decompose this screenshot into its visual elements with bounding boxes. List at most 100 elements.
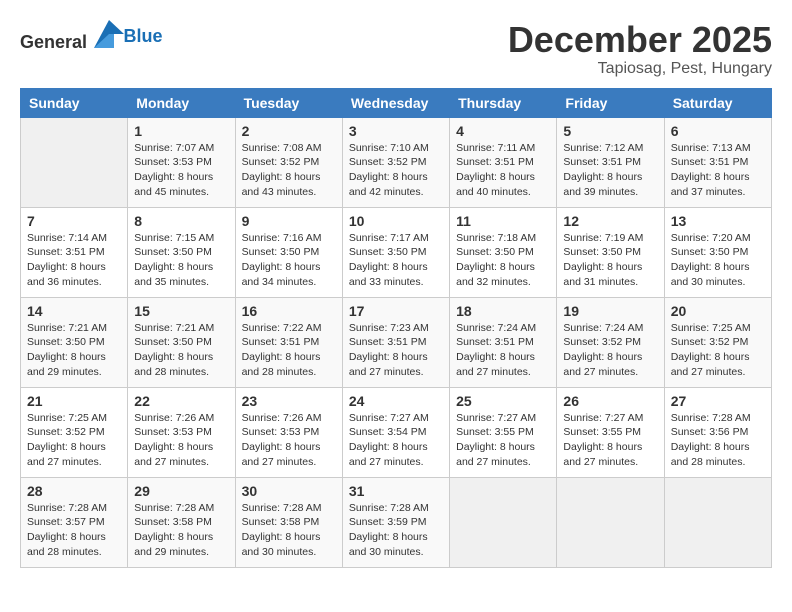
day-number: 3: [349, 123, 443, 139]
calendar-cell: 7 Sunrise: 7:14 AM Sunset: 3:51 PM Daylig…: [21, 207, 128, 297]
calendar-cell: 4 Sunrise: 7:11 AM Sunset: 3:51 PM Daylig…: [450, 117, 557, 207]
calendar-cell: 30 Sunrise: 7:28 AM Sunset: 3:58 PM Dayli…: [235, 477, 342, 567]
calendar-week-row: 21 Sunrise: 7:25 AM Sunset: 3:52 PM Dayli…: [21, 387, 772, 477]
calendar-cell: 26 Sunrise: 7:27 AM Sunset: 3:55 PM Dayli…: [557, 387, 664, 477]
day-number: 19: [563, 303, 657, 319]
calendar-cell: 22 Sunrise: 7:26 AM Sunset: 3:53 PM Dayli…: [128, 387, 235, 477]
calendar-cell: 19 Sunrise: 7:24 AM Sunset: 3:52 PM Dayli…: [557, 297, 664, 387]
calendar-cell: 27 Sunrise: 7:28 AM Sunset: 3:56 PM Dayli…: [664, 387, 771, 477]
calendar-cell: 18Sunrise: 7:24 AM Sunset: 3:51 PM Dayli…: [450, 297, 557, 387]
day-info: Sunrise: 7:22 AM Sunset: 3:51 PM Dayligh…: [242, 321, 336, 380]
day-number: 17: [349, 303, 443, 319]
calendar-cell: 17 Sunrise: 7:23 AM Sunset: 3:51 PM Dayli…: [342, 297, 449, 387]
day-number: 10: [349, 213, 443, 229]
day-info: Sunrise: 7:13 AM Sunset: 3:51 PM Dayligh…: [671, 141, 765, 200]
day-number: 24: [349, 393, 443, 409]
weekday-header: Saturday: [664, 88, 771, 117]
weekday-header: Thursday: [450, 88, 557, 117]
day-number: 31: [349, 483, 443, 499]
day-info: Sunrise: 7:21 AM Sunset: 3:50 PM Dayligh…: [27, 321, 121, 380]
day-number: 7: [27, 213, 121, 229]
day-number: 27: [671, 393, 765, 409]
day-number: 29: [134, 483, 228, 499]
calendar-cell: 10 Sunrise: 7:17 AM Sunset: 3:50 PM Dayli…: [342, 207, 449, 297]
weekday-header: Wednesday: [342, 88, 449, 117]
day-info: Sunrise: 7:15 AM Sunset: 3:50 PM Dayligh…: [134, 231, 228, 290]
weekday-header: Sunday: [21, 88, 128, 117]
weekday-header: Monday: [128, 88, 235, 117]
day-info: Sunrise: 7:14 AM Sunset: 3:51 PM Dayligh…: [27, 231, 121, 290]
calendar-week-row: 14 Sunrise: 7:21 AM Sunset: 3:50 PM Dayli…: [21, 297, 772, 387]
day-info: Sunrise: 7:28 AM Sunset: 3:56 PM Dayligh…: [671, 411, 765, 470]
day-info: Sunrise: 7:25 AM Sunset: 3:52 PM Dayligh…: [671, 321, 765, 380]
day-number: 12: [563, 213, 657, 229]
day-number: 25: [456, 393, 550, 409]
day-info: Sunrise: 7:28 AM Sunset: 3:58 PM Dayligh…: [134, 501, 228, 560]
logo-blue: Blue: [124, 26, 163, 46]
day-number: 14: [27, 303, 121, 319]
logo-icon: [94, 20, 124, 48]
day-info: Sunrise: 7:21 AM Sunset: 3:50 PM Dayligh…: [134, 321, 228, 380]
calendar-cell: 13Sunrise: 7:20 AM Sunset: 3:50 PM Dayli…: [664, 207, 771, 297]
calendar-cell: 20Sunrise: 7:25 AM Sunset: 3:52 PM Dayli…: [664, 297, 771, 387]
day-number: 4: [456, 123, 550, 139]
calendar-week-row: 7 Sunrise: 7:14 AM Sunset: 3:51 PM Daylig…: [21, 207, 772, 297]
weekday-header: Friday: [557, 88, 664, 117]
month-title: December 2025: [508, 20, 772, 60]
day-number: 5: [563, 123, 657, 139]
logo: General Blue: [20, 20, 163, 53]
day-info: Sunrise: 7:11 AM Sunset: 3:51 PM Dayligh…: [456, 141, 550, 200]
day-info: Sunrise: 7:24 AM Sunset: 3:51 PM Dayligh…: [456, 321, 550, 380]
day-info: Sunrise: 7:18 AM Sunset: 3:50 PM Dayligh…: [456, 231, 550, 290]
day-info: Sunrise: 7:07 AM Sunset: 3:53 PM Dayligh…: [134, 141, 228, 200]
calendar-table: SundayMondayTuesdayWednesdayThursdayFrid…: [20, 88, 772, 568]
day-info: Sunrise: 7:28 AM Sunset: 3:57 PM Dayligh…: [27, 501, 121, 560]
calendar-cell: 12 Sunrise: 7:19 AM Sunset: 3:50 PM Dayli…: [557, 207, 664, 297]
day-info: Sunrise: 7:23 AM Sunset: 3:51 PM Dayligh…: [349, 321, 443, 380]
logo-general: General: [20, 32, 87, 52]
day-number: 1: [134, 123, 228, 139]
day-info: Sunrise: 7:16 AM Sunset: 3:50 PM Dayligh…: [242, 231, 336, 290]
day-info: Sunrise: 7:12 AM Sunset: 3:51 PM Dayligh…: [563, 141, 657, 200]
weekday-header: Tuesday: [235, 88, 342, 117]
calendar-cell: 29 Sunrise: 7:28 AM Sunset: 3:58 PM Dayli…: [128, 477, 235, 567]
calendar-cell: 28 Sunrise: 7:28 AM Sunset: 3:57 PM Dayli…: [21, 477, 128, 567]
day-info: Sunrise: 7:19 AM Sunset: 3:50 PM Dayligh…: [563, 231, 657, 290]
calendar-week-row: 1 Sunrise: 7:07 AM Sunset: 3:53 PM Daylig…: [21, 117, 772, 207]
day-info: Sunrise: 7:17 AM Sunset: 3:50 PM Dayligh…: [349, 231, 443, 290]
calendar-cell: 23Sunrise: 7:26 AM Sunset: 3:53 PM Dayli…: [235, 387, 342, 477]
day-info: Sunrise: 7:26 AM Sunset: 3:53 PM Dayligh…: [134, 411, 228, 470]
page-header: General Blue December 2025 Tapiosag, Pes…: [20, 20, 772, 78]
calendar-cell: 2 Sunrise: 7:08 AM Sunset: 3:52 PM Daylig…: [235, 117, 342, 207]
day-number: 8: [134, 213, 228, 229]
day-number: 13: [671, 213, 765, 229]
calendar-cell: 11 Sunrise: 7:18 AM Sunset: 3:50 PM Dayli…: [450, 207, 557, 297]
day-info: Sunrise: 7:27 AM Sunset: 3:55 PM Dayligh…: [563, 411, 657, 470]
day-number: 2: [242, 123, 336, 139]
day-info: Sunrise: 7:25 AM Sunset: 3:52 PM Dayligh…: [27, 411, 121, 470]
calendar-cell: 24Sunrise: 7:27 AM Sunset: 3:54 PM Dayli…: [342, 387, 449, 477]
day-number: 21: [27, 393, 121, 409]
day-info: Sunrise: 7:26 AM Sunset: 3:53 PM Dayligh…: [242, 411, 336, 470]
calendar-cell: 21 Sunrise: 7:25 AM Sunset: 3:52 PM Dayli…: [21, 387, 128, 477]
calendar-cell: 5 Sunrise: 7:12 AM Sunset: 3:51 PM Daylig…: [557, 117, 664, 207]
day-number: 28: [27, 483, 121, 499]
day-info: Sunrise: 7:08 AM Sunset: 3:52 PM Dayligh…: [242, 141, 336, 200]
location-title: Tapiosag, Pest, Hungary: [508, 60, 772, 78]
day-info: Sunrise: 7:24 AM Sunset: 3:52 PM Dayligh…: [563, 321, 657, 380]
calendar-cell: 14 Sunrise: 7:21 AM Sunset: 3:50 PM Dayli…: [21, 297, 128, 387]
day-number: 6: [671, 123, 765, 139]
calendar-week-row: 28 Sunrise: 7:28 AM Sunset: 3:57 PM Dayli…: [21, 477, 772, 567]
calendar-cell: 9Sunrise: 7:16 AM Sunset: 3:50 PM Daylig…: [235, 207, 342, 297]
calendar-cell: 16 Sunrise: 7:22 AM Sunset: 3:51 PM Dayli…: [235, 297, 342, 387]
day-number: 11: [456, 213, 550, 229]
day-number: 22: [134, 393, 228, 409]
day-info: Sunrise: 7:28 AM Sunset: 3:59 PM Dayligh…: [349, 501, 443, 560]
title-block: December 2025 Tapiosag, Pest, Hungary: [508, 20, 772, 78]
day-number: 16: [242, 303, 336, 319]
day-number: 15: [134, 303, 228, 319]
day-info: Sunrise: 7:28 AM Sunset: 3:58 PM Dayligh…: [242, 501, 336, 560]
day-number: 30: [242, 483, 336, 499]
day-number: 26: [563, 393, 657, 409]
weekday-header-row: SundayMondayTuesdayWednesdayThursdayFrid…: [21, 88, 772, 117]
